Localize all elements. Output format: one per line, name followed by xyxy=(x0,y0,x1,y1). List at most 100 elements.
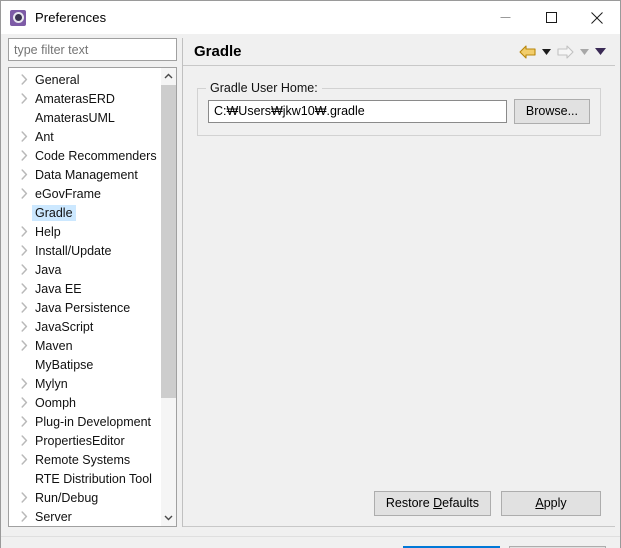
chevron-right-icon[interactable] xyxy=(17,435,32,446)
browse-button[interactable]: Browse... xyxy=(514,99,590,124)
chevron-right-icon[interactable] xyxy=(17,264,32,275)
chevron-right-icon[interactable] xyxy=(17,397,32,408)
forward-arrow-icon xyxy=(556,42,575,62)
chevron-right-icon[interactable] xyxy=(17,454,32,465)
gradle-user-home-input[interactable]: C:₩Users₩jkw10₩.gradle xyxy=(208,100,507,123)
chevron-down-icon[interactable] xyxy=(161,509,176,526)
scrollbar-thumb[interactable] xyxy=(161,85,176,398)
sidebar-item-gradle[interactable]: Gradle xyxy=(9,203,160,222)
sidebar-item-mylyn[interactable]: Mylyn xyxy=(9,374,160,393)
tree-scrollbar[interactable] xyxy=(160,68,176,526)
sidebar-item-maven[interactable]: Maven xyxy=(9,336,160,355)
chevron-right-icon[interactable] xyxy=(17,378,32,389)
sidebar-item-label: AmaterasERD xyxy=(32,91,118,107)
search-input[interactable] xyxy=(8,38,177,61)
apply-post: pply xyxy=(544,496,567,510)
pane-navigation xyxy=(518,42,607,62)
sidebar-item-label: RTE Distribution Tool xyxy=(32,471,155,487)
sidebar-item-install-update[interactable]: Install/Update xyxy=(9,241,160,260)
scrollbar-track[interactable] xyxy=(161,85,176,509)
sidebar-item-plug-in-development[interactable]: Plug-in Development xyxy=(9,412,160,431)
group-title: Gradle User Home: xyxy=(206,81,322,95)
sidebar-item-server[interactable]: Server xyxy=(9,507,160,526)
minimize-icon[interactable] xyxy=(482,1,528,34)
sidebar-item-label: Java xyxy=(32,262,64,278)
chevron-right-icon[interactable] xyxy=(17,302,32,313)
sidebar-item-run-debug[interactable]: Run/Debug xyxy=(9,488,160,507)
sidebar-item-amaterasuml[interactable]: AmaterasUML xyxy=(9,108,160,127)
chevron-right-icon[interactable] xyxy=(17,245,32,256)
sidebar-item-label: Gradle xyxy=(32,205,76,221)
chevron-right-icon[interactable] xyxy=(17,169,32,180)
sidebar-item-label: Run/Debug xyxy=(32,490,101,506)
chevron-right-icon[interactable] xyxy=(17,511,32,522)
gradle-user-home-group: Gradle User Home: C:₩Users₩jkw10₩.gradle… xyxy=(197,88,601,136)
chevron-right-icon[interactable] xyxy=(17,226,32,237)
sidebar-item-label: PropertiesEditor xyxy=(32,433,128,449)
preferences-tree: General AmaterasERDAmaterasUMLAnt Code Rec… xyxy=(8,67,177,527)
chevron-right-icon[interactable] xyxy=(17,188,32,199)
restore-defaults-post: efaults xyxy=(442,496,479,510)
sidebar-item-label: Maven xyxy=(32,338,76,354)
sidebar-item-label: Java Persistence xyxy=(32,300,133,316)
apply-mnemonic: A xyxy=(535,496,543,510)
sidebar-item-label: Code Recommenders xyxy=(32,148,160,164)
sidebar-item-label: General xyxy=(32,72,82,88)
sidebar-item-java-ee[interactable]: Java EE xyxy=(9,279,160,298)
pane-footer: Restore Defaults Apply xyxy=(183,481,615,527)
pane-header: Gradle xyxy=(183,38,615,66)
chevron-right-icon[interactable] xyxy=(17,150,32,161)
sidebar-item-propertieseditor[interactable]: PropertiesEditor xyxy=(9,431,160,450)
sidebar-item-data-management[interactable]: Data Management xyxy=(9,165,160,184)
restore-defaults-pre: Restore xyxy=(386,496,433,510)
dialog-body: General AmaterasERDAmaterasUMLAnt Code Rec… xyxy=(1,34,620,536)
sidebar-item-javascript[interactable]: JavaScript xyxy=(9,317,160,336)
sidebar-item-label: MyBatipse xyxy=(32,357,96,373)
chevron-right-icon[interactable] xyxy=(17,321,32,332)
sidebar-item-label: Remote Systems xyxy=(32,452,133,468)
sidebar-item-label: Mylyn xyxy=(32,376,71,392)
title-bar: Preferences xyxy=(1,1,620,34)
pane-content: Gradle User Home: C:₩Users₩jkw10₩.gradle… xyxy=(183,66,615,481)
preference-pane: Gradle xyxy=(182,38,615,527)
sidebar-item-java-persistence[interactable]: Java Persistence xyxy=(9,298,160,317)
restore-defaults-button[interactable]: Restore Defaults xyxy=(374,491,491,516)
sidebar-item-general[interactable]: General xyxy=(9,70,160,89)
sidebar-item-label: eGovFrame xyxy=(32,186,104,202)
window-title: Preferences xyxy=(35,10,106,25)
page-title: Gradle xyxy=(194,43,242,60)
chevron-right-icon[interactable] xyxy=(17,416,32,427)
gear-icon xyxy=(10,10,26,26)
sidebar: General AmaterasERDAmaterasUMLAnt Code Rec… xyxy=(1,34,182,536)
chevron-right-icon[interactable] xyxy=(17,93,32,104)
sidebar-item-rte-distribution-tool[interactable]: RTE Distribution Tool xyxy=(9,469,160,488)
gradle-home-row: C:₩Users₩jkw10₩.gradle Browse... xyxy=(208,99,590,124)
chevron-right-icon[interactable] xyxy=(17,340,32,351)
forward-menu-caret-down-icon xyxy=(578,42,591,62)
sidebar-item-egovframe[interactable]: eGovFrame xyxy=(9,184,160,203)
back-arrow-icon[interactable] xyxy=(518,42,537,62)
chevron-right-icon[interactable] xyxy=(17,283,32,294)
window-controls xyxy=(482,1,620,34)
sidebar-item-label: JavaScript xyxy=(32,319,96,335)
close-icon[interactable] xyxy=(574,1,620,34)
apply-button[interactable]: Apply xyxy=(501,491,601,516)
sidebar-item-ant[interactable]: Ant xyxy=(9,127,160,146)
sidebar-item-help[interactable]: Help xyxy=(9,222,160,241)
sidebar-item-label: Help xyxy=(32,224,64,240)
chevron-right-icon[interactable] xyxy=(17,492,32,503)
chevron-right-icon[interactable] xyxy=(17,131,32,142)
sidebar-item-code-recommenders[interactable]: Code Recommenders xyxy=(9,146,160,165)
chevron-up-icon[interactable] xyxy=(161,68,176,85)
sidebar-item-amateraserd[interactable]: AmaterasERD xyxy=(9,89,160,108)
sidebar-item-mybatipse[interactable]: MyBatipse xyxy=(9,355,160,374)
view-menu-caret-down-icon[interactable] xyxy=(594,42,607,62)
back-menu-caret-down-icon[interactable] xyxy=(540,42,553,62)
sidebar-item-label: Plug-in Development xyxy=(32,414,154,430)
sidebar-item-oomph[interactable]: Oomph xyxy=(9,393,160,412)
sidebar-item-label: Data Management xyxy=(32,167,141,183)
chevron-right-icon[interactable] xyxy=(17,74,32,85)
sidebar-item-remote-systems[interactable]: Remote Systems xyxy=(9,450,160,469)
sidebar-item-java[interactable]: Java xyxy=(9,260,160,279)
maximize-icon[interactable] xyxy=(528,1,574,34)
